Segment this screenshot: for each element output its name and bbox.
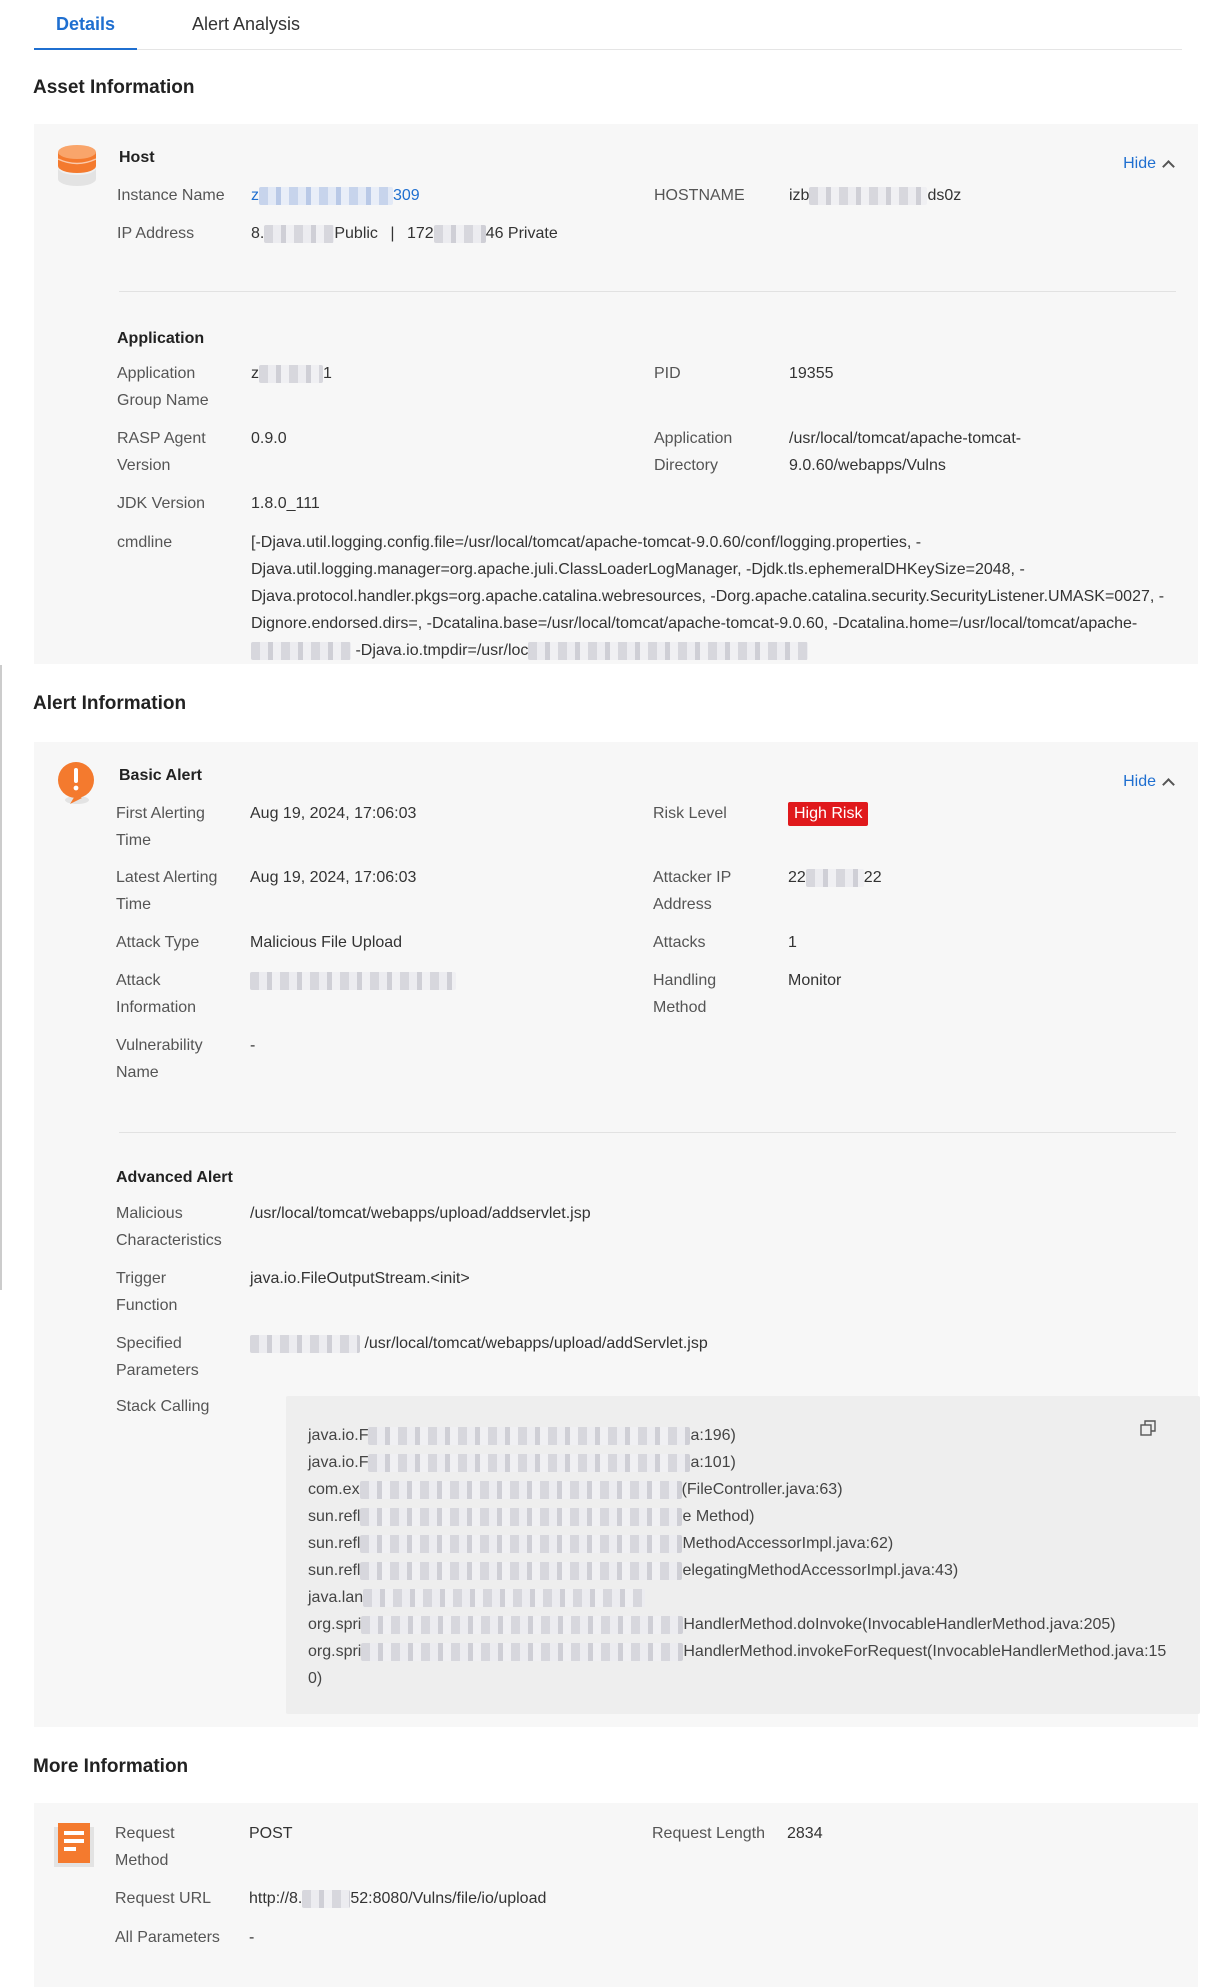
tab-alert-analysis[interactable]: Alert Analysis	[170, 12, 322, 50]
cmdline-value: [-Djava.util.logging.config.file=/usr/lo…	[251, 534, 1165, 660]
divider	[119, 1132, 1176, 1133]
host-hide-button[interactable]: Hide	[1123, 155, 1175, 173]
divider	[119, 291, 1176, 292]
stack-line: java.io.F a:101)	[308, 1453, 736, 1472]
latest-alerting-time-label: Latest Alerting Time	[116, 869, 218, 913]
attacker-ip-value: 22 22	[788, 868, 882, 887]
app-directory-label: Application Directory	[654, 430, 733, 474]
tab-bar: Details Alert Analysis	[34, 0, 1182, 50]
pid-label: PID	[654, 365, 681, 382]
request-method-label: Request Method	[115, 1825, 175, 1869]
jdk-version-label: JDK Version	[117, 495, 206, 512]
section-title-alert: Alert Information	[33, 693, 187, 714]
hide-label: Hide	[1123, 773, 1156, 790]
attack-type-value: Malicious File Upload	[250, 934, 403, 951]
stack-line: com.ex (FileController.java:63)	[308, 1480, 843, 1499]
all-parameters-label: All Parameters	[115, 1929, 220, 1946]
alert-hide-button[interactable]: Hide	[1123, 773, 1175, 791]
risk-badge: High Risk	[788, 802, 869, 826]
document-icon	[54, 1823, 94, 1867]
attacks-value: 1	[788, 934, 797, 951]
left-edge-rule	[0, 665, 2, 1290]
rasp-version-value: 0.9.0	[251, 430, 287, 447]
vulnerability-name-value: -	[250, 1037, 256, 1054]
instance-name-label: Instance Name	[117, 187, 225, 204]
chevron-up-icon	[1162, 160, 1175, 173]
attacker-ip-label: Attacker IP Address	[653, 869, 732, 913]
host-card: Host Hide Instance Name z 309 HOSTNAME iz…	[34, 124, 1198, 664]
tab-details[interactable]: Details	[34, 12, 138, 50]
risk-level-label: Risk Level	[653, 805, 727, 822]
trigger-function-value: java.io.FileOutputStream.<init>	[250, 1270, 470, 1287]
app-directory-value: /usr/local/tomcat/apache-tomcat- 9.0.60/w…	[789, 430, 1022, 474]
handling-method-label: Handling Method	[653, 972, 717, 1016]
risk-level-value: High Risk	[788, 800, 869, 827]
stack-line: 0)	[308, 1670, 323, 1687]
cmdline-label: cmdline	[117, 534, 173, 551]
jdk-version-value: 1.8.0_111	[251, 495, 320, 512]
stack-line: org.spri HandlerMethod.invokeForRequest(I…	[308, 1642, 1167, 1661]
attack-information-value	[250, 967, 456, 994]
ip-address-value: 8. Public | 172 46 Private	[251, 224, 558, 243]
advanced-alert-title: Advanced Alert	[116, 1169, 233, 1186]
handling-method-value: Monitor	[788, 972, 842, 989]
all-parameters-value: -	[249, 1929, 255, 1946]
chevron-up-icon	[1162, 778, 1175, 791]
alert-exclamation-icon	[58, 762, 94, 804]
request-length-label: Request Length	[652, 1825, 765, 1842]
section-title-asset: Asset Information	[33, 77, 195, 98]
basic-alert-title: Basic Alert	[119, 767, 202, 784]
stack-line: sun.refl e Method)	[308, 1507, 755, 1526]
rasp-version-label: RASP Agent Version	[117, 430, 206, 474]
stack-line: java.lan	[308, 1584, 646, 1611]
stack-line: sun.refl elegatingMethodAccessorImpl.java…	[308, 1561, 959, 1580]
hostname-value: izb ds0z	[789, 186, 962, 205]
host-title: Host	[119, 149, 155, 166]
first-alerting-time-value: Aug 19, 2024, 17:06:03	[250, 805, 417, 822]
stack-line: sun.refl MethodAccessorImpl.java:62)	[308, 1534, 894, 1553]
stack-calling-label: Stack Calling	[116, 1398, 210, 1415]
malicious-characteristics-label: Malicious Characteristics	[116, 1205, 222, 1249]
attack-information-label: Attack Information	[116, 972, 197, 1016]
database-icon	[57, 145, 97, 186]
section-title-more: More Information	[33, 1756, 189, 1777]
vulnerability-name-label: Vulnerability Name	[116, 1037, 203, 1081]
stack-calling-box: java.io.F a:196) java.io.F a:101) com.ex (Fil…	[286, 1396, 1200, 1714]
copy-icon[interactable]	[1140, 1420, 1156, 1436]
attacks-label: Attacks	[653, 934, 706, 951]
alert-card: Basic Alert Hide First Alerting Time Aug …	[34, 742, 1200, 1727]
request-url-label: Request URL	[115, 1890, 212, 1907]
stack-line: org.spri HandlerMethod.doInvoke(Invocable…	[308, 1615, 1116, 1634]
more-card: Request Method POST Request Length 2834 R…	[34, 1803, 1198, 1987]
ip-address-label: IP Address	[117, 225, 195, 242]
latest-alerting-time-value: Aug 19, 2024, 17:06:03	[250, 869, 417, 886]
app-group-label: Application Group Name	[117, 365, 209, 409]
instance-name-value[interactable]: z 309	[251, 182, 420, 209]
application-title: Application	[117, 330, 205, 347]
first-alerting-time-label: First Alerting Time	[116, 805, 205, 849]
stack-line: java.io.F a:196)	[308, 1426, 736, 1445]
hostname-label: HOSTNAME	[654, 187, 745, 204]
request-url-value: http://8. 52:8080/Vulns/file/io/upload	[249, 1889, 547, 1908]
attack-type-label: Attack Type	[116, 934, 200, 951]
specified-parameters-value: /usr/local/tomcat/webapps/upload/addServ…	[250, 1330, 708, 1357]
trigger-function-label: Trigger Function	[116, 1270, 178, 1314]
pid-value: 19355	[789, 365, 834, 382]
request-method-value: POST	[249, 1825, 293, 1842]
hide-label: Hide	[1123, 155, 1156, 172]
request-length-value: 2834	[787, 1825, 823, 1842]
malicious-characteristics-value: /usr/local/tomcat/webapps/upload/addserv…	[250, 1205, 591, 1222]
app-group-value: z1	[251, 364, 332, 383]
specified-parameters-label: Specified Parameters	[116, 1335, 199, 1379]
